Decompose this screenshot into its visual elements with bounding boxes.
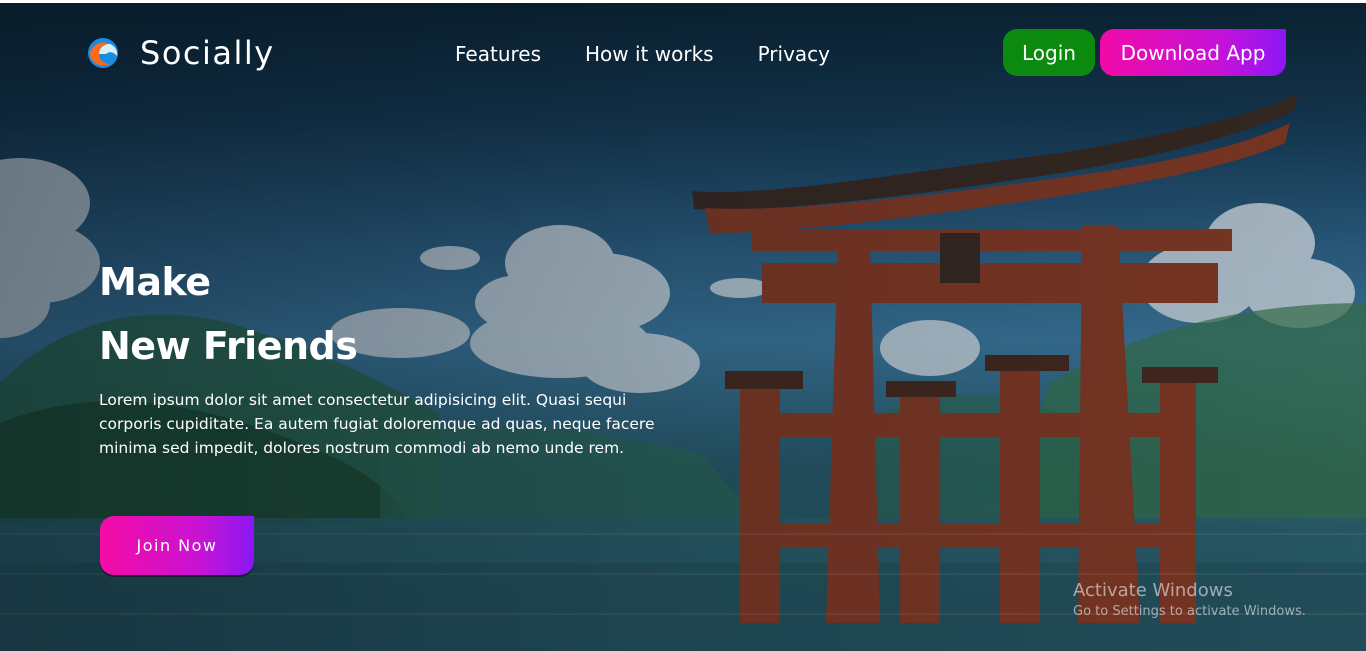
nav-link-features[interactable]: Features [455,41,541,67]
nav-link-privacy[interactable]: Privacy [758,41,830,67]
login-button[interactable]: Login [1003,29,1095,76]
hero-title: Make New Friends [99,250,659,378]
brand[interactable]: Socially [86,31,275,75]
nav-links: Features How it works Privacy [455,41,830,67]
navbar: Socially Features How it works Privacy L… [0,3,1366,103]
hero-description: Lorem ipsum dolor sit amet consectetur a… [99,391,655,457]
watermark-title: Activate Windows [1073,580,1233,601]
hero-content: Make New Friends Lorem ipsum dolor sit a… [99,250,659,460]
download-app-button[interactable]: Download App [1100,29,1286,76]
wave-logo-icon [88,38,118,68]
brand-name: Socially [140,34,275,72]
activate-windows-watermark: Activate Windows Go to Settings to activ… [1073,580,1306,622]
join-now-button[interactable]: Join Now [100,516,254,575]
hero-title-line2: New Friends [99,324,358,368]
top-strip [0,0,1366,3]
watermark-subtitle: Go to Settings to activate Windows. [1073,604,1306,619]
landing-page: Socially Features How it works Privacy L… [0,0,1366,651]
hero-title-line1: Make [99,260,211,304]
nav-link-how-it-works[interactable]: How it works [585,41,714,67]
